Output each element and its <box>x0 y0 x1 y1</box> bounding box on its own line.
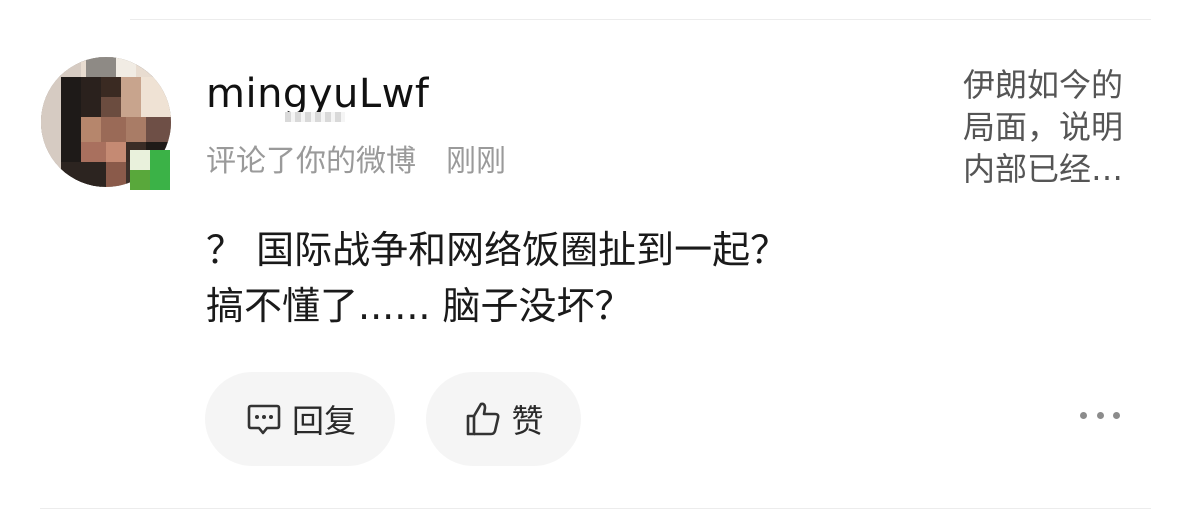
timestamp: 刚刚 <box>446 144 506 179</box>
username[interactable]: mingyuLwf <box>206 72 429 112</box>
top-divider <box>130 19 1151 20</box>
username-redaction <box>285 112 345 122</box>
comment-line-1: ？ 国际战争和网络饭圈扯到一起？ <box>206 228 789 272</box>
comment-meta: 评论了你的微博 刚刚 <box>206 142 506 182</box>
thumbs-up-icon <box>463 399 503 439</box>
action-text: 评论了你的微博 <box>206 144 416 179</box>
comment-line-2: 搞不懂了...... 脑子没坏？ <box>206 284 633 328</box>
more-dot <box>1113 411 1120 419</box>
more-dots-icon[interactable] <box>1080 405 1120 425</box>
reply-button[interactable]: 回复 <box>205 372 395 466</box>
bottom-divider <box>40 508 1151 509</box>
quoted-post-preview[interactable]: 伊朗如今的 局面，说明 内部已经… <box>963 64 1153 190</box>
reply-label: 回复 <box>291 402 356 440</box>
like-label: 赞 <box>511 402 544 440</box>
comment-content: ？ 国际战争和网络饭圈扯到一起？ 搞不懂了...... 脑子没坏？ <box>206 222 1106 334</box>
verified-badge-icon <box>130 150 170 190</box>
like-button[interactable]: 赞 <box>426 372 581 466</box>
more-dot <box>1080 411 1087 419</box>
more-dot <box>1096 411 1104 419</box>
comment-bubble-icon <box>244 399 284 439</box>
